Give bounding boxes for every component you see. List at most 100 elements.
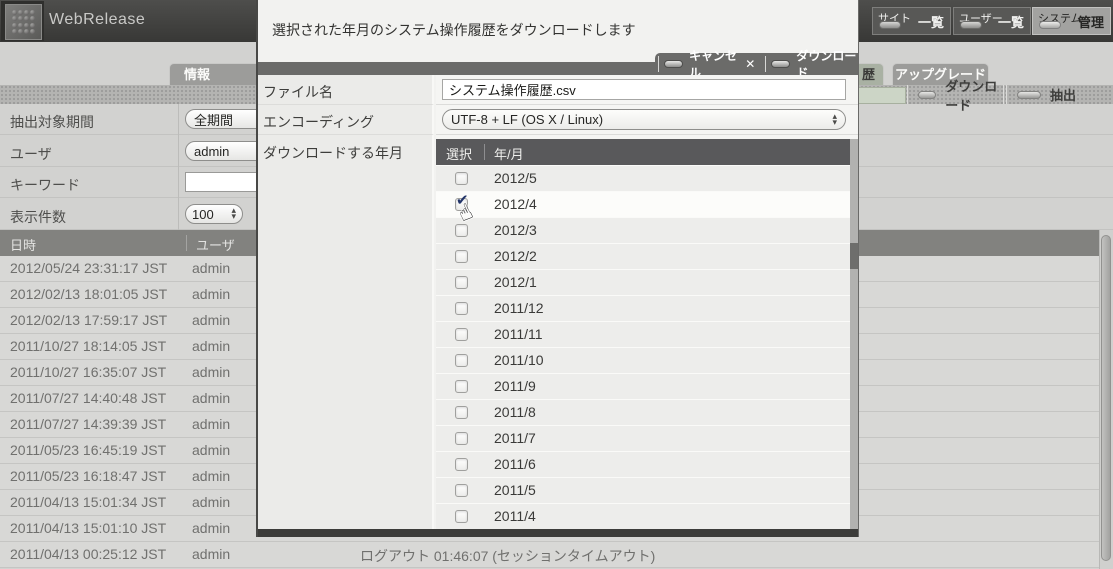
month-label: 2012/5 — [494, 170, 537, 186]
history-datetime: 2011/04/13 15:01:34 JST — [10, 494, 167, 510]
app-logo-dots-icon — [5, 4, 42, 40]
month-checkbox[interactable]: ✔ — [455, 328, 468, 341]
history-row: 2011/04/13 00:25:12 JST admin ログアウト 01:4… — [0, 542, 1099, 568]
history-user: admin — [192, 468, 231, 484]
month-checkbox[interactable]: ✔ — [455, 432, 468, 445]
page-scrollbar-thumb[interactable] — [1101, 235, 1111, 561]
toolbar-extract-button[interactable]: 抽出 — [1006, 85, 1113, 104]
history-datetime: 2011/05/23 16:45:19 JST — [10, 442, 167, 458]
pill-icon — [1017, 90, 1041, 99]
filter-user-label: ユーザ — [10, 146, 52, 162]
history-user: admin — [192, 442, 231, 458]
history-datetime: 2012/05/24 23:31:17 JST — [10, 260, 168, 276]
encoding-select[interactable]: UTF-8 + LF (OS X / Linux) ▴ ▾ — [442, 109, 846, 130]
history-user: admin — [192, 416, 231, 432]
count-select[interactable]: 100 ▴ ▾ — [185, 204, 243, 224]
months-table-header: 選択 年/月 — [436, 139, 850, 165]
month-row: ✔ 2011/6 — [436, 451, 850, 477]
pill-icon — [960, 21, 982, 29]
months-rows: ✔ 2012/5 ✔ 2012/4 ✔ — [436, 165, 850, 529]
month-label: 2012/2 — [494, 248, 537, 264]
month-row: ✔ 2011/5 — [436, 477, 850, 503]
month-checkbox[interactable]: ✔ — [455, 276, 468, 289]
logo-well — [1, 1, 44, 41]
month-checkbox[interactable]: ✔ — [455, 458, 468, 471]
user-select-value: admin — [194, 143, 230, 159]
encoding-row: エンコーディング UTF-8 + LF (OS X / Linux) ▴ ▾ — [258, 105, 858, 135]
history-user: admin — [192, 364, 231, 380]
month-row: ✔ 2011/4 — [436, 503, 850, 529]
month-checkbox[interactable]: ✔ — [455, 406, 468, 419]
menu-action-label: 一覧 — [917, 15, 944, 30]
menu-user-list[interactable]: ユーザー 一覧 — [953, 7, 1031, 35]
dialog-title: 選択された年月のシステム操作履歴をダウンロードします — [272, 22, 636, 38]
months-label: ダウンロードする年月 — [263, 145, 403, 161]
menu-action-label: 管理 — [1077, 15, 1104, 30]
month-checkbox[interactable]: ✔ — [455, 250, 468, 263]
month-checkbox[interactable]: ✔ — [455, 172, 468, 185]
history-user: admin — [192, 260, 231, 276]
months-scrollbar-thumb[interactable] — [850, 243, 858, 269]
history-user: admin — [192, 390, 231, 406]
history-datetime: 2011/07/27 14:39:39 JST — [10, 416, 167, 432]
history-user: admin — [192, 286, 231, 302]
history-datetime: 2011/04/13 15:01:10 JST — [10, 520, 167, 536]
dialog-button-bar: キャンセル ✕ ダウンロード — [655, 49, 858, 80]
history-user: admin — [192, 520, 231, 536]
month-checkbox[interactable]: ✔ — [455, 510, 468, 523]
month-row: ✔ 2011/7 — [436, 425, 850, 451]
menu-system-admin[interactable]: システム 管理 — [1032, 7, 1111, 35]
history-action: ログアウト 01:46:07 (セッションタイムアウト) — [360, 548, 656, 564]
months-row: ダウンロードする年月 選択 年/月 ✔ 2012/5 — [258, 135, 858, 529]
toolbar-extract-label: 抽出 — [1050, 88, 1077, 103]
menu-site-list[interactable]: サイト 一覧 — [872, 7, 951, 35]
history-user: admin — [192, 494, 231, 510]
column-month: 年/月 — [494, 147, 524, 162]
month-row: ✔ 2011/10 — [436, 347, 850, 373]
count-select-value: 100 — [192, 206, 214, 222]
month-row: ✔ 2012/3 — [436, 217, 850, 243]
bar-divider — [658, 56, 659, 72]
month-row: ✔ 2012/4 — [436, 191, 850, 217]
history-user: admin — [192, 312, 231, 328]
stepper-icon: ▴▾ — [832, 110, 837, 127]
month-checkbox[interactable]: ✔ — [455, 380, 468, 393]
filename-input[interactable] — [442, 79, 846, 100]
tab-info[interactable]: 情報 — [169, 63, 269, 85]
month-label: 2012/4 — [494, 196, 537, 212]
month-checkbox[interactable]: ✔ — [455, 302, 468, 315]
toolbar-download-button[interactable]: ダウンロード — [907, 79, 1004, 113]
month-label: 2011/11 — [494, 326, 543, 342]
filter-count-label: 表示件数 — [10, 209, 66, 225]
form-divider — [178, 104, 179, 230]
filter-keyword-label: キーワード — [10, 177, 80, 193]
month-row: ✔ 2011/8 — [436, 399, 850, 425]
month-checkbox[interactable]: ✔ — [455, 484, 468, 497]
filename-value-cell — [436, 75, 858, 105]
month-checkbox[interactable]: ✔ — [455, 354, 468, 367]
filter-period-label: 抽出対象期間 — [10, 114, 94, 130]
encoding-value-cell: UTF-8 + LF (OS X / Linux) ▴ ▾ — [436, 105, 858, 135]
stepper-icon: ▴▾ — [231, 205, 236, 221]
filename-label: ファイル名 — [263, 84, 333, 100]
history-datetime: 2011/07/27 14:40:48 JST — [10, 390, 167, 406]
close-icon[interactable]: ✕ — [745, 57, 755, 71]
history-datetime: 2011/10/27 18:14:05 JST — [10, 338, 167, 354]
column-user: ユーザ — [196, 238, 235, 253]
month-label: 2011/7 — [494, 430, 536, 446]
months-scrollbar-track[interactable] — [850, 139, 858, 529]
column-divider — [186, 235, 187, 251]
month-row: ✔ 2011/9 — [436, 373, 850, 399]
pill-icon — [663, 60, 683, 68]
month-label: 2011/8 — [494, 404, 536, 420]
history-user: admin — [192, 338, 231, 354]
filename-row: ファイル名 — [258, 75, 858, 105]
active-tab-strip — [852, 87, 906, 104]
history-datetime: 2011/05/23 16:18:47 JST — [10, 468, 167, 484]
dialog-title-area: 選択された年月のシステム操作履歴をダウンロードします — [258, 0, 858, 53]
month-row: ✔ 2012/5 — [436, 165, 850, 191]
pill-icon — [918, 90, 937, 99]
month-row: ✔ 2012/1 — [436, 269, 850, 295]
encoding-select-value: UTF-8 + LF (OS X / Linux) — [451, 112, 604, 127]
month-label: 2011/9 — [494, 378, 536, 394]
